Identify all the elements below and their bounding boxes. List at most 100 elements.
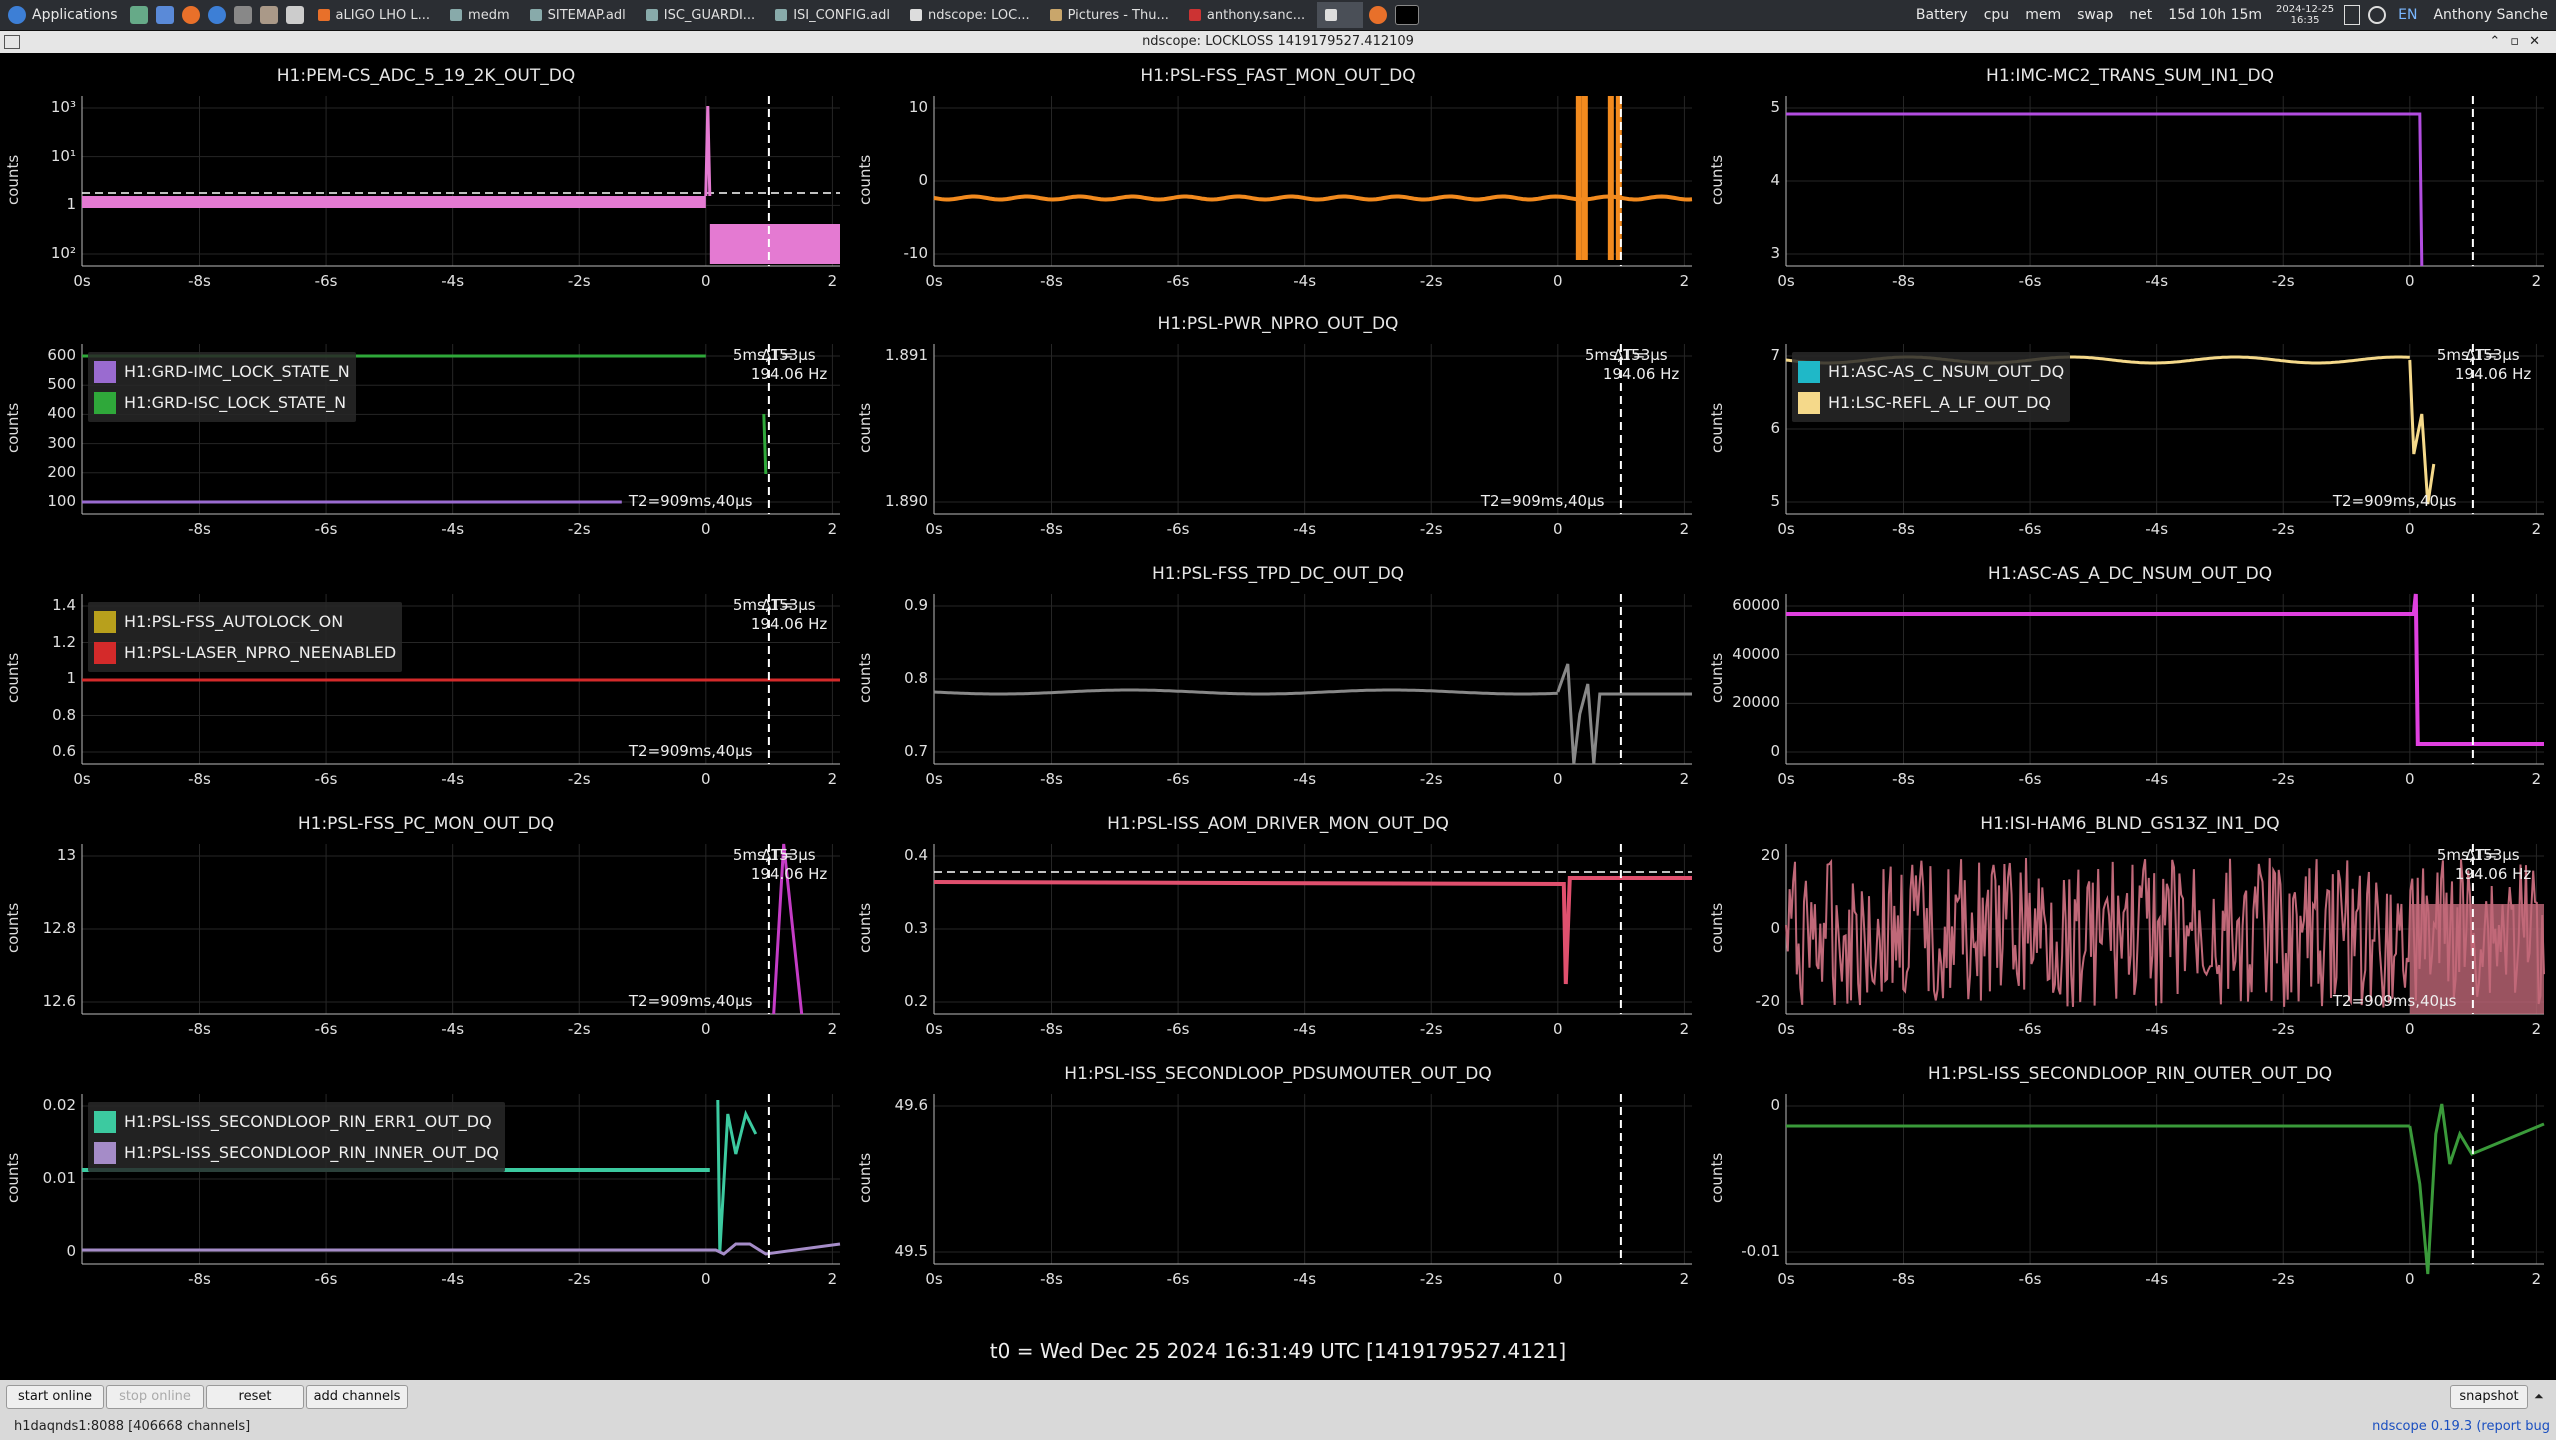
y-axis-label: counts [856,154,874,205]
battery-status[interactable]: Battery [1916,7,1968,23]
start-online-button[interactable]: start online [6,1385,104,1409]
y-tick-label: 0.8 [904,669,928,687]
chromium-icon[interactable] [207,6,226,24]
net-monitor[interactable]: net [2129,7,2152,23]
x-tick-label: 0 [701,770,711,788]
y-tick-label: 10 [908,98,928,116]
legend-item[interactable]: H1:PSL-ISS_SECONDLOOP_RIN_ERR1_OUT_DQ [94,1106,499,1137]
window-menu-icon[interactable] [4,35,20,49]
editor-icon[interactable] [285,6,304,24]
clock-date: 2024-12-25 [2276,4,2335,15]
legend-item[interactable]: H1:GRD-IMC_LOCK_STATE_N [94,356,350,387]
firefox-icon[interactable] [181,6,200,24]
signal-burst [1607,96,1614,260]
plot-panel[interactable]: H1:PSL-PWR_NPRO_OUT_DQ 1.891 1.890 0s -8s -6s… [852,312,1704,560]
legend-item[interactable]: H1:ASC-AS_C_NSUM_OUT_DQ [1798,356,2064,387]
task-pictures[interactable]: Pictures - Thu... [1042,2,1177,28]
minimize-icon[interactable]: ⌃ [2489,34,2510,49]
plot-legend[interactable]: H1:ASC-AS_C_NSUM_OUT_DQ H1:LSC-REFL_A_LF_… [1792,352,2071,422]
blank-task-icon[interactable] [1395,5,1420,25]
legend-item[interactable]: H1:PSL-LASER_NPRO_NEENABLED [94,637,396,668]
task-isi-config[interactable]: ISI_CONFIG.adl [767,2,898,28]
plot-panel[interactable]: H1:PSL-ISS_SECONDLOOP_RIN_OUTER_OUT_DQ 0-… [1704,1062,2556,1310]
clock[interactable]: 2024-12-25 16:35 [2276,4,2334,26]
plot-panel[interactable]: 0.02 0.01 0 -8s -6s -4s -2s 0 2 counts H1:PSL-ISS_… [0,1062,852,1310]
version-link[interactable]: ndscope 0.19.3 (report bug [2372,1414,2550,1440]
x-tick-label: 2 [2531,1270,2542,1288]
plot-panel[interactable]: H1:PSL-FSS_PC_MON_OUT_DQ 13 12.8 12.6 -8s -6s… [0,812,852,1060]
applications-menu[interactable]: Applications [0,0,126,30]
plot-panel[interactable]: H1:ASC-AS_A_DC_NSUM_OUT_DQ 60000 40000 2000… [1704,562,2556,810]
applications-logo-icon [8,6,26,24]
x-tick-label: -6s [314,1270,338,1288]
x-tick-label: -6s [2018,770,2042,788]
legend-item[interactable]: H1:PSL-ISS_SECONDLOOP_RIN_INNER_OUT_DQ [94,1137,499,1168]
files-icon[interactable] [155,6,174,24]
legend-label: H1:PSL-LASER_NPRO_NEENABLED [124,643,397,662]
t2-label: T2=909ms,40μs [628,492,753,510]
plot-panel[interactable]: H1:PSL-ISS_AOM_DRIVER_MON_OUT_DQ 0.4 0.3 0.… [852,812,1704,1060]
maximize-icon[interactable]: ▫ [2510,34,2529,49]
task-sitemap[interactable]: SITEMAP.adl [522,2,634,28]
close-icon[interactable]: ✕ [2529,34,2550,49]
snapshot-button[interactable]: snapshot [2450,1385,2528,1409]
firefox-task-icon[interactable] [1369,6,1388,24]
task-anthony[interactable]: anthony.sanc... [1181,2,1313,28]
plot-panel[interactable]: 600 500 400 300 200 100 -8s -6s -4s -2s 0 2 counts H1… [0,312,852,560]
add-channels-button[interactable]: add channels [306,1385,408,1409]
x-tick-label: -6s [2018,1270,2042,1288]
plot-panel[interactable]: H1:PSL-FSS_FAST_MON_OUT_DQ 10 0 -10 0s -8s -6s… [852,64,1704,312]
y-tick-label: 0.7 [904,742,928,760]
task-aligo[interactable]: aLIGO LHO L... [310,2,439,28]
x-tick-label: 0s [925,770,943,788]
x-tick-label: -8s [1040,770,1063,788]
x-tick-label: -2s [567,770,591,788]
signal-burst [1581,96,1588,260]
share-icon[interactable] [233,6,252,24]
y-tick-label: 0 [66,1242,76,1260]
x-tick-label: -2s [1419,1270,1443,1288]
clipboard-icon[interactable] [2344,5,2361,25]
mem-monitor[interactable]: mem [2025,7,2061,23]
legend-item[interactable]: H1:GRD-ISC_LOCK_STATE_N [94,387,350,418]
plot-legend[interactable]: H1:PSL-ISS_SECONDLOOP_RIN_ERR1_OUT_DQ H1:… [88,1102,506,1172]
legend-item[interactable]: H1:PSL-FSS_AUTOLOCK_ON [94,606,396,637]
x-tick-label: -4s [1293,1270,1317,1288]
x-tick-label: -2s [567,520,591,538]
y-tick-label: -0.01 [1741,1242,1780,1260]
cursor-dt-value: 5ms,153μs [732,596,816,614]
plot-panel[interactable]: 7 6 5 0s -8s -6s -4s -2s 0 2 counts H1:ASC-AS_C_NSU… [1704,312,2556,560]
swap-monitor[interactable]: swap [2077,7,2113,23]
plot-panel[interactable]: H1:PSL-ISS_SECONDLOOP_PDSUMOUTER_OUT_DQ 4… [852,1062,1704,1310]
legend-swatch [94,360,116,383]
y-tick-label: 0.8 [52,705,76,724]
x-tick-label: 0 [1553,520,1563,538]
plot-legend[interactable]: H1:PSL-FSS_AUTOLOCK_ON H1:PSL-LASER_NPRO_… [88,602,403,672]
legend-item[interactable]: H1:LSC-REFL_A_LF_OUT_DQ [1798,387,2064,418]
y-tick-label: 20000 [1732,693,1780,712]
x-tick-label: -8s [188,1020,211,1038]
plot-panel[interactable]: H1:PSL-FSS_TPD_DC_OUT_DQ 0.9 0.8 0.7 0s -8s -6… [852,562,1704,810]
cpu-monitor[interactable]: cpu [1984,7,2009,23]
task-isc-guardian[interactable]: ISC_GUARDI... [638,2,763,28]
settings-icon[interactable] [259,6,278,24]
plot-legend[interactable]: H1:GRD-IMC_LOCK_STATE_N H1:GRD-ISC_LOCK_S… [88,352,356,422]
terminal-icon[interactable] [129,6,148,24]
user-name[interactable]: Anthony Sanche [2433,7,2548,23]
server-status: h1daqnds1:8088 [406668 channels] [14,1419,251,1434]
window-icon [529,9,542,21]
plot-panel[interactable]: H1:IMC-MC2_TRANS_SUM_IN1_DQ 5 4 3 0s -8s -6s -4… [1704,64,2556,312]
y-tick-label: 49.5 [894,1242,928,1260]
language-indicator[interactable]: EN [2398,7,2417,23]
reset-button[interactable]: reset [206,1385,304,1409]
chevron-up-icon[interactable]: ⏶ [2534,1389,2544,1404]
network-icon[interactable] [2368,6,2387,24]
plot-panel[interactable]: H1:ISI-HAM6_BLND_GS13Z_IN1_DQ 20 0 -20 0s -8s… [1704,812,2556,1060]
plot-panel[interactable]: H1:PEM-CS_ADC_5_19_2K_OUT_DQ 10³ 10¹ 1 10² 0s… [0,64,852,312]
plot-panel[interactable]: 1.4 1.2 1 0.8 0.6 0s -8s -6s -4s -2s 0 2 counts H1:PS… [0,562,852,810]
task-ndscope[interactable]: ndscope: LOC... [902,2,1038,28]
x-tick-label: -4s [441,272,465,290]
plot-grid: H1:PEM-CS_ADC_5_19_2K_OUT_DQ 10³ 10¹ 1 10² 0s… [0,54,2556,1374]
task-active-window[interactable] [1317,2,1364,28]
task-medm[interactable]: medm [442,2,518,28]
